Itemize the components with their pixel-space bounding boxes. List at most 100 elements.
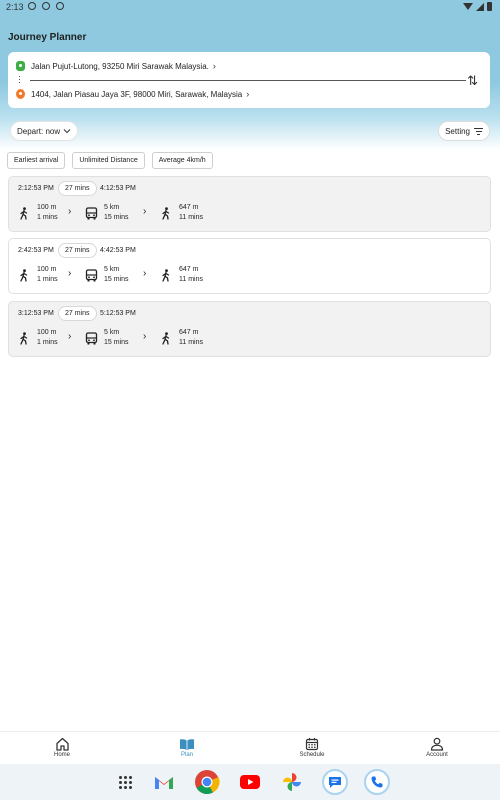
walk-segment: 100 m 1 mins xyxy=(17,203,58,223)
walk-segment: 647 m 11 mins xyxy=(159,328,203,348)
battery-icon xyxy=(487,2,492,11)
depart-time: 2:42:53 PM xyxy=(18,247,54,254)
setting-label: Setting xyxy=(445,126,470,136)
origin-address: Jalan Pujut-Lutong, 93250 Miri Sarawak M… xyxy=(31,61,209,71)
journey-option[interactable]: 2:42:53 PM 27 mins 4:42:53 PM 100 m 1 min… xyxy=(8,238,491,294)
status-bar: 2:13 xyxy=(0,0,500,14)
walk-distance: 100 m xyxy=(37,204,57,211)
shield-icon xyxy=(56,2,64,10)
chevron-right-icon: › xyxy=(143,268,147,279)
depart-dropdown[interactable]: Depart: now xyxy=(10,121,79,141)
chevron-right-icon: › xyxy=(246,89,250,99)
gmail-icon[interactable] xyxy=(151,769,177,795)
person-icon xyxy=(430,737,444,751)
walk-time: 11 mins xyxy=(179,214,203,221)
destination-pin-icon xyxy=(16,89,25,99)
walk-icon xyxy=(17,206,31,220)
walk-segment: 100 m 1 mins xyxy=(17,328,58,348)
nav-plan-label: Plan xyxy=(180,752,193,758)
walk-distance: 647 m xyxy=(179,266,199,273)
walk-distance: 100 m xyxy=(37,266,57,273)
bus-time: 15 mins xyxy=(104,276,129,283)
app-drawer-icon[interactable] xyxy=(112,769,138,795)
journey-option[interactable]: 3:12:53 PM 27 mins 5:12:53 PM 100 m 1 min… xyxy=(8,301,491,357)
chip-unlimited-distance[interactable]: Unlimited Distance xyxy=(72,152,145,169)
bus-segment: 5 km 15 mins xyxy=(84,265,129,285)
do-not-disturb-icon xyxy=(42,2,50,10)
walk-time: 1 mins xyxy=(37,339,58,346)
chip-average-speed[interactable]: Average 4km/h xyxy=(151,152,213,169)
chrome-icon[interactable] xyxy=(194,769,220,795)
bus-icon xyxy=(84,331,98,345)
system-dock xyxy=(0,764,500,800)
more-vertical-icon: · · · xyxy=(18,71,21,87)
wifi-icon xyxy=(463,3,473,10)
route-card: Jalan Pujut-Lutong, 93250 Miri Sarawak M… xyxy=(8,52,490,108)
origin-pin-icon xyxy=(16,61,25,71)
walk-segment: 647 m 11 mins xyxy=(159,265,203,285)
nav-account-label: Account xyxy=(426,752,448,758)
chevron-right-icon: › xyxy=(68,268,72,279)
walk-segment: 647 m 11 mins xyxy=(159,203,203,223)
info-icon xyxy=(28,2,36,10)
setting-button[interactable]: Setting xyxy=(438,121,490,141)
duration-badge: 27 mins xyxy=(58,181,97,196)
duration-badge: 27 mins xyxy=(58,243,97,258)
duration-badge: 27 mins xyxy=(58,306,97,321)
nav-plan[interactable]: Plan xyxy=(157,736,217,758)
bus-icon xyxy=(84,268,98,282)
nav-home-label: Home xyxy=(53,752,70,758)
arrive-time: 4:12:53 PM xyxy=(100,185,136,192)
arrive-time: 4:42:53 PM xyxy=(100,247,136,254)
walk-distance: 100 m xyxy=(37,329,57,336)
chevron-right-icon: › xyxy=(68,331,72,342)
destination-address: 1404, Jalan Piasau Jaya 3F, 98000 Miri, … xyxy=(31,89,243,99)
depart-time: 2:12:53 PM xyxy=(18,185,54,192)
depart-label: Depart: now xyxy=(17,126,61,136)
status-time: 2:13 xyxy=(6,2,24,12)
book-icon xyxy=(180,738,194,750)
bus-time: 15 mins xyxy=(104,214,129,221)
bus-distance: 5 km xyxy=(104,329,120,336)
arrive-time: 5:12:53 PM xyxy=(100,310,136,317)
depart-time: 3:12:53 PM xyxy=(18,310,54,317)
chevron-down-icon xyxy=(63,129,71,134)
walk-distance: 647 m xyxy=(179,204,199,211)
phone-icon[interactable] xyxy=(364,769,390,795)
bus-icon xyxy=(84,206,98,220)
origin-field[interactable]: Jalan Pujut-Lutong, 93250 Miri Sarawak M… xyxy=(16,61,216,71)
messages-icon[interactable] xyxy=(322,769,348,795)
swap-icon[interactable]: ⇅ xyxy=(467,73,478,89)
nav-home[interactable]: Home xyxy=(32,736,92,758)
chevron-right-icon: › xyxy=(143,331,147,342)
walk-icon xyxy=(159,268,173,282)
nav-account[interactable]: Account xyxy=(407,736,467,758)
walk-time: 11 mins xyxy=(179,276,203,283)
walk-distance: 647 m xyxy=(179,329,199,336)
chip-earliest-arrival[interactable]: Earliest arrival xyxy=(7,152,66,169)
route-divider xyxy=(30,80,466,81)
nav-schedule[interactable]: Schedule xyxy=(282,736,342,758)
calendar-icon xyxy=(305,738,319,751)
photos-icon[interactable] xyxy=(279,769,305,795)
walk-time: 1 mins xyxy=(37,276,58,283)
bus-segment: 5 km 15 mins xyxy=(84,203,129,223)
walk-icon xyxy=(17,268,31,282)
youtube-icon[interactable] xyxy=(237,769,263,795)
walk-segment: 100 m 1 mins xyxy=(17,265,58,285)
walk-time: 11 mins xyxy=(179,339,203,346)
bus-distance: 5 km xyxy=(104,204,120,211)
chevron-right-icon: › xyxy=(212,61,216,71)
walk-icon xyxy=(159,206,173,220)
bus-segment: 5 km 15 mins xyxy=(84,328,129,348)
bus-distance: 5 km xyxy=(104,266,120,273)
home-icon xyxy=(55,737,69,751)
filter-icon xyxy=(474,127,483,135)
walk-time: 1 mins xyxy=(37,214,58,221)
chevron-right-icon: › xyxy=(143,206,147,217)
signal-icon xyxy=(476,2,484,11)
filter-chips: Earliest arrival Unlimited Distance Aver… xyxy=(7,152,213,169)
journey-option[interactable]: 2:12:53 PM 27 mins 4:12:53 PM 100 m 1 min… xyxy=(8,176,491,232)
bus-time: 15 mins xyxy=(104,339,129,346)
destination-field[interactable]: 1404, Jalan Piasau Jaya 3F, 98000 Miri, … xyxy=(16,89,249,99)
